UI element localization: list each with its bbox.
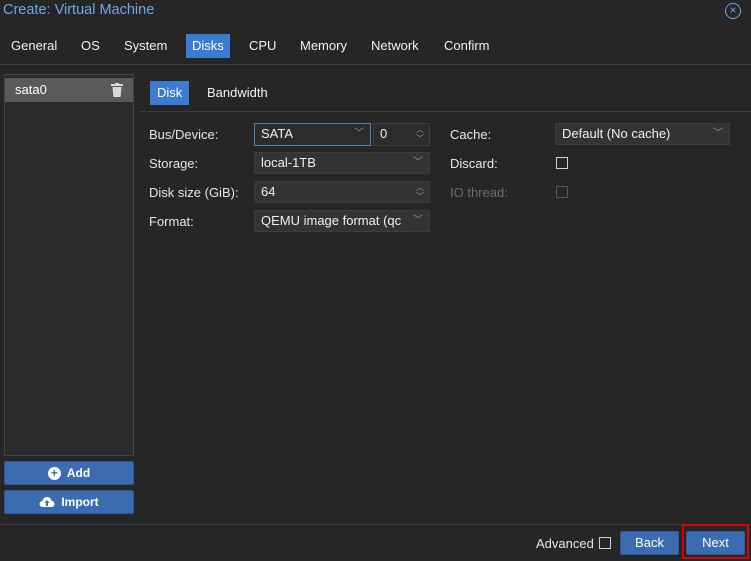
plus-circle-icon: +	[47, 466, 61, 480]
window-title: Create: Virtual Machine	[3, 2, 155, 18]
disk-list: sata0	[4, 74, 134, 456]
tab-general[interactable]: General	[5, 34, 63, 58]
cache-label: Cache:	[450, 127, 492, 142]
import-disk-button[interactable]: Import	[4, 490, 134, 514]
trash-icon[interactable]	[111, 83, 123, 97]
cache-select[interactable]: Default (No cache) ﹀	[555, 123, 730, 145]
disk-item-label: sata0	[15, 82, 47, 97]
next-button-highlight	[682, 524, 749, 559]
format-select[interactable]: QEMU image format (qc ﹀	[254, 210, 430, 232]
discard-checkbox[interactable]	[556, 157, 568, 169]
chevron-down-icon: ﹀	[713, 128, 723, 139]
advanced-checkbox[interactable]	[599, 537, 611, 549]
tab-os[interactable]: OS	[75, 34, 106, 58]
add-button-label: Add	[66, 466, 91, 480]
format-value: QEMU image format (qc	[261, 213, 402, 228]
spinner-arrows-icon[interactable]: ︿ ﹀	[416, 125, 424, 143]
storage-select[interactable]: local-1TB ﹀	[254, 152, 430, 174]
disk-size-value: 64	[261, 184, 276, 199]
disk-size-label: Disk size (GiB):	[149, 185, 239, 200]
back-button[interactable]: Back	[620, 531, 679, 555]
bus-device-label: Bus/Device:	[149, 127, 219, 142]
device-index-spinner[interactable]: 0 ︿ ﹀	[373, 123, 430, 146]
device-index-value: 0	[380, 126, 388, 141]
chevron-down-icon: ﹀	[411, 211, 423, 231]
discard-label: Discard:	[450, 156, 498, 171]
import-button-label: Import	[61, 495, 99, 509]
bus-device-value: SATA	[261, 126, 294, 141]
tab-disks[interactable]: Disks	[186, 34, 230, 58]
storage-value: local-1TB	[261, 155, 316, 170]
tab-network[interactable]: Network	[365, 34, 425, 58]
subtab-disk[interactable]: Disk	[150, 81, 190, 105]
storage-label: Storage:	[149, 156, 199, 171]
tab-system[interactable]: System	[118, 34, 173, 58]
chevron-down-icon: ﹀	[354, 128, 364, 139]
add-disk-button[interactable]: + Add	[4, 461, 134, 485]
advanced-label: Advanced	[536, 536, 594, 551]
title-bar: Create: Virtual Machine ×	[0, 0, 751, 22]
format-label: Format:	[149, 214, 194, 229]
bus-device-select[interactable]: SATA ﹀	[254, 123, 371, 146]
tabs-divider	[0, 64, 751, 65]
spinner-arrows-icon[interactable]: ︿ ﹀	[416, 183, 424, 201]
disk-list-item[interactable]: sata0	[5, 78, 133, 102]
tab-confirm[interactable]: Confirm	[438, 34, 496, 58]
subtab-bandwidth[interactable]: Bandwidth	[200, 81, 275, 105]
tab-memory[interactable]: Memory	[294, 34, 353, 58]
chevron-down-icon: ﹀	[413, 157, 423, 168]
subtabs-divider	[140, 111, 751, 112]
wizard-tabs: General OS System Disks CPU Memory Netwo…	[0, 34, 751, 60]
disk-size-spinner[interactable]: 64 ︿ ﹀	[254, 181, 430, 203]
io-thread-checkbox[interactable]	[556, 186, 568, 198]
cloud-upload-icon	[39, 497, 55, 507]
io-thread-label: IO thread:	[450, 185, 508, 200]
tab-cpu[interactable]: CPU	[243, 34, 282, 58]
close-icon[interactable]: ×	[725, 3, 741, 19]
cache-value: Default (No cache)	[562, 126, 671, 141]
footer-divider	[0, 524, 751, 525]
